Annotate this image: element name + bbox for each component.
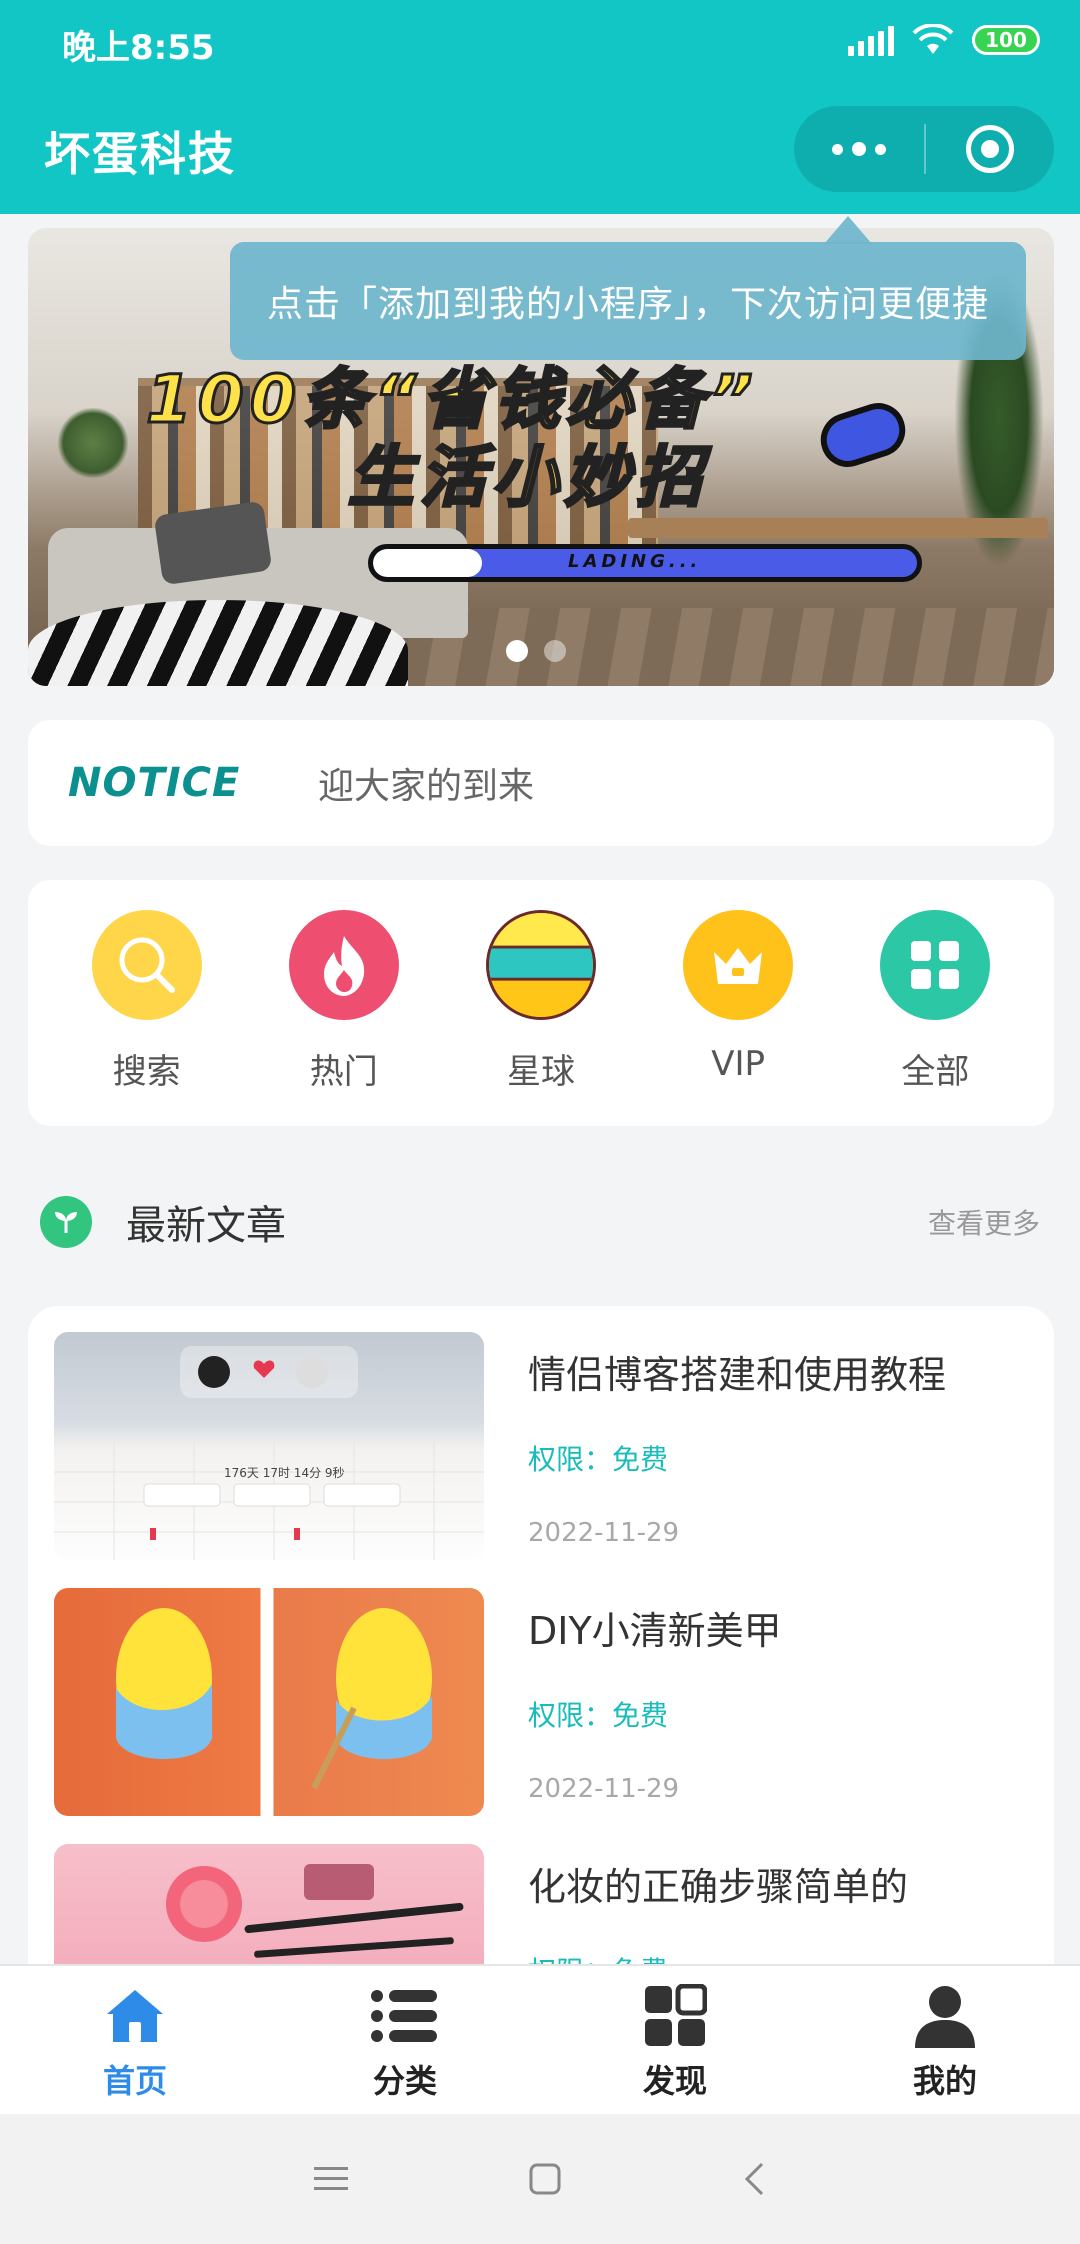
article-date: 2022-11-29	[528, 1518, 680, 1548]
home-square-icon[interactable]	[528, 2162, 562, 2196]
article-thumbnail: 176天 17时 14分 9秒	[54, 1332, 484, 1560]
home-icon	[107, 1990, 163, 2042]
tab-home[interactable]: 首页	[0, 1966, 270, 2114]
status-time: 晚上8:55	[62, 28, 215, 68]
nav-item-all[interactable]: 全部	[845, 880, 1025, 1126]
tab-label: 发现	[642, 2062, 707, 2100]
nav-label: 星球	[506, 1052, 575, 1092]
fire-icon	[288, 910, 399, 1020]
loading-text: LADING...	[568, 551, 702, 572]
tab-label: 首页	[102, 2062, 167, 2100]
tab-discover[interactable]: 发现	[540, 1966, 810, 2114]
article-list: 176天 17时 14分 9秒 情侣博客搭建和使用教程 权限：免费 2022-1…	[28, 1306, 1054, 2006]
app-title: 坏蛋科技	[44, 127, 236, 181]
miniprogram-capsule	[794, 106, 1054, 192]
nav-label: 热门	[309, 1052, 378, 1092]
signal-icon	[848, 24, 894, 56]
article-title: 化妆的正确步骤简单的	[528, 1865, 909, 1909]
carousel-indicator	[506, 640, 566, 662]
tab-category[interactable]: 分类	[270, 1966, 540, 2114]
discover-grid-icon	[645, 1984, 707, 2046]
article-item[interactable]: DIY小清新美甲 权限：免费 2022-11-29	[28, 1562, 1054, 1816]
app-screen: 晚上8:55 100 坏蛋科技 100条“省钱必备” 生活小妙招 LADING.…	[0, 0, 1080, 2244]
article-permission: 权限：免费	[528, 1443, 669, 1476]
more-menu-button[interactable]	[794, 106, 924, 192]
tab-label: 我的	[912, 2062, 977, 2100]
status-bar: 晚上8:55 100	[0, 0, 1080, 86]
loading-bar-fill	[373, 549, 482, 577]
nav-item-vip[interactable]: VIP	[648, 880, 828, 1126]
nav-item-planet[interactable]: 星球	[451, 880, 631, 1126]
carousel-dot[interactable]	[506, 640, 528, 662]
user-icon	[915, 1986, 975, 2048]
tab-mine[interactable]: 我的	[810, 1966, 1080, 2114]
add-to-miniprogram-tooltip: 点击「添加到我的小程序」，下次访问更便捷	[230, 242, 1026, 360]
header: 晚上8:55 100 坏蛋科技	[0, 0, 1080, 214]
sprout-icon	[40, 1196, 92, 1248]
notice-text: 迎大家的到来	[318, 766, 535, 807]
article-title: DIY小清新美甲	[528, 1609, 782, 1653]
banner-headline-line2: 生活小妙招	[347, 438, 708, 518]
tooltip-arrow	[824, 216, 872, 244]
nav-item-search[interactable]: 搜索	[57, 880, 237, 1126]
latest-articles-header: 最新文章 查看更多	[40, 1188, 1040, 1256]
carousel-dot[interactable]	[544, 640, 566, 662]
grid-icon	[880, 910, 991, 1020]
menu-icon[interactable]	[314, 2165, 348, 2193]
back-icon[interactable]	[742, 2161, 766, 2197]
system-navigation-bar	[0, 2114, 1080, 2244]
list-icon	[371, 1990, 437, 2042]
article-title: 情侣博客搭建和使用教程	[528, 1353, 947, 1397]
loading-bar: LADING...	[368, 544, 922, 582]
crown-icon	[683, 910, 794, 1020]
article-date: 2022-11-29	[528, 1774, 680, 1804]
notice-bar[interactable]: NOTICE 迎大家的到来	[28, 720, 1054, 846]
article-permission: 权限：免费	[528, 1699, 669, 1732]
article-item[interactable]: 176天 17时 14分 9秒 情侣博客搭建和使用教程 权限：免费 2022-1…	[28, 1306, 1054, 1560]
tab-label: 分类	[372, 2062, 437, 2100]
wifi-icon	[912, 24, 954, 54]
nav-label: 搜索	[112, 1052, 181, 1092]
close-miniprogram-button[interactable]	[926, 106, 1054, 192]
section-title: 最新文章	[126, 1203, 286, 1249]
quick-nav: 搜索 热门 星球 VIP 全部	[28, 880, 1054, 1126]
notice-logo: NOTICE	[68, 760, 241, 806]
nav-item-hot[interactable]: 热门	[254, 880, 434, 1126]
thumb-caption: 176天 17时 14分 9秒	[224, 1466, 345, 1480]
view-more-link[interactable]: 查看更多	[928, 1202, 1040, 1242]
article-thumbnail	[54, 1588, 484, 1816]
planet-icon	[485, 910, 596, 1020]
target-icon	[966, 125, 1014, 173]
nav-label: 全部	[901, 1052, 970, 1092]
bottom-tab-bar: 首页 分类 发现 我的	[0, 1964, 1080, 2114]
search-icon	[91, 910, 202, 1020]
nav-label: VIP	[711, 1044, 766, 1084]
battery-icon: 100	[972, 25, 1040, 55]
swirl-decoration	[813, 396, 913, 474]
status-icons: 100	[848, 24, 1040, 56]
